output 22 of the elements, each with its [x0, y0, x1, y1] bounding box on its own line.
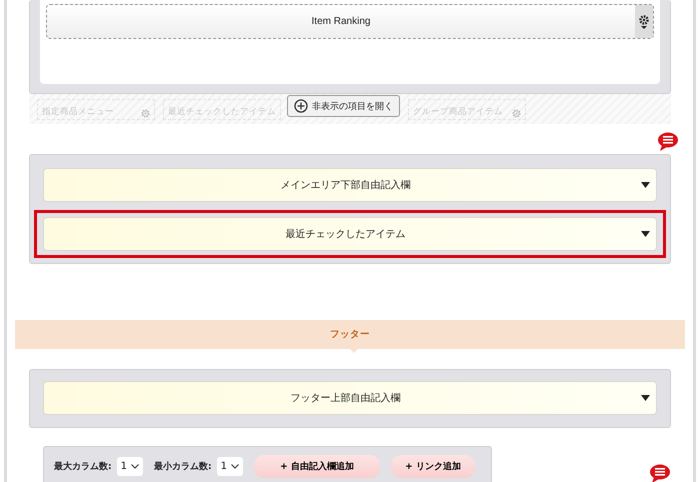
min-columns-select[interactable]: 1	[216, 457, 243, 476]
show-hidden-button[interactable]: 非表示の項目を開く	[287, 95, 400, 117]
max-columns-select[interactable]: 1	[116, 457, 143, 476]
footer-title: フッター	[330, 328, 370, 341]
chevron-icon	[230, 464, 239, 469]
caret-icon[interactable]	[641, 231, 650, 237]
gear-icon[interactable]	[635, 5, 653, 38]
section-bar[interactable]: 最近チェックしたアイテム	[43, 217, 657, 251]
item-label: Item Ranking	[310, 16, 372, 27]
caret-icon[interactable]	[641, 395, 650, 401]
chevron-icon	[130, 464, 139, 469]
add-button[interactable]: + リンク追加	[390, 455, 475, 478]
item-ranking-bar[interactable]: Item Ranking	[46, 4, 654, 39]
plus-circle-icon	[294, 99, 308, 113]
min-columns-label: 最小カラム数:	[154, 460, 212, 473]
comment-icon[interactable]	[657, 132, 679, 152]
max-columns-label: 最大カラム数:	[54, 460, 112, 473]
section-bar[interactable]: メインエリア下部自由記入欄	[43, 168, 657, 202]
caret-icon[interactable]	[641, 182, 650, 188]
section-bar[interactable]: フッター上部自由記入欄	[43, 381, 657, 415]
add-button[interactable]: + 自由記入欄追加	[254, 455, 380, 478]
comment-icon[interactable]	[649, 464, 671, 482]
